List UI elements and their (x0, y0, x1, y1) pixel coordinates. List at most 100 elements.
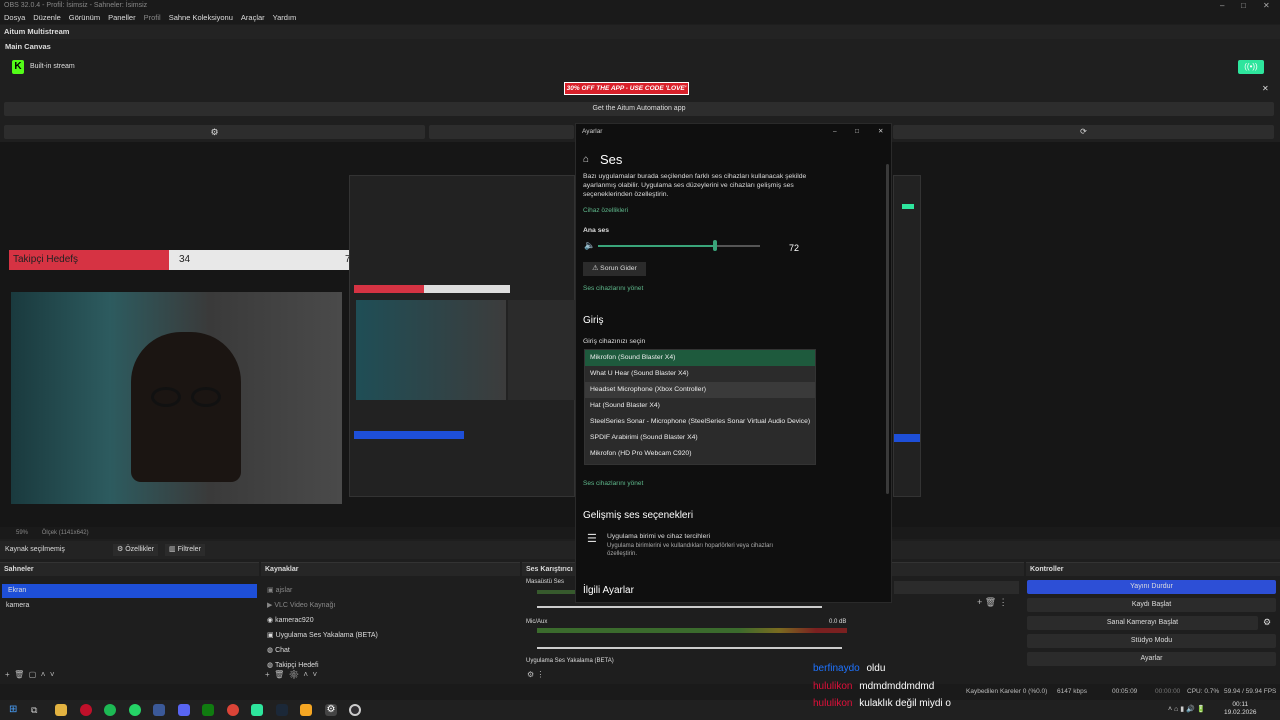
source-item[interactable]: ▣ ajslar (261, 584, 520, 598)
aitum-icon[interactable] (251, 704, 263, 716)
stream-toggle-button[interactable]: ((•)) (1238, 60, 1264, 74)
settings-titlebar: Ayarlar – □ ✕ (576, 124, 891, 140)
maximize-icon[interactable]: □ (1241, 0, 1246, 12)
settings-scrollbar[interactable] (886, 164, 889, 494)
source-label: Uygulama Ses Yakalama (BETA) (275, 632, 378, 639)
opera-icon[interactable] (80, 704, 92, 716)
settings-icon[interactable]: ⚙ (325, 704, 337, 716)
close-icon[interactable]: ✕ (878, 124, 883, 140)
input-option[interactable]: Headset Microphone (Xbox Controller) (585, 382, 815, 398)
clock[interactable]: 00:11 19.02.2026 (1224, 701, 1257, 717)
obs-icon[interactable] (349, 704, 361, 716)
manage-devices-link[interactable]: Ses cihazlarını yönet (583, 480, 643, 487)
choose-input-label: Giriş cihazınızı seçin (583, 338, 646, 345)
menu-tools[interactable]: Araçlar (241, 12, 265, 24)
steam-icon[interactable] (276, 704, 288, 716)
canvas-label: Main Canvas (5, 42, 51, 51)
no-source-label: Kaynak seçilmemiş (5, 546, 65, 553)
speaker-icon[interactable]: 🔈 (584, 240, 595, 251)
filters-button[interactable]: ▥ Filtreler (165, 544, 205, 556)
menu-view[interactable]: Görünüm (69, 12, 100, 24)
channel-name: Masaüstü Ses (526, 579, 565, 585)
scene-add-icon[interactable]: + 🗑 ▢ ˄ ˅ (5, 670, 55, 679)
window-title: OBS 32.0.4 - Profil: İsimsiz - Sahneler:… (4, 2, 148, 9)
toolbar-button[interactable] (429, 125, 574, 139)
windows-start-icon[interactable]: ⊞ (9, 704, 21, 716)
home-icon[interactable]: ⌂ (583, 154, 589, 165)
promo-banner[interactable]: 30% OFF THE APP - USE CODE 'LOVE' (564, 82, 689, 95)
menu-docks[interactable]: Paneller (108, 12, 136, 24)
close-icon[interactable]: ✕ (1262, 84, 1269, 93)
menu-file[interactable]: Dosya (4, 12, 25, 24)
input-option[interactable]: Mikrofon (HD Pro Webcam C920) (585, 446, 815, 462)
close-icon[interactable]: ✕ (1263, 0, 1270, 12)
troubleshoot-button[interactable]: ⚠ Sorun Gider (583, 262, 646, 276)
chat-user: berfinaydo (813, 663, 860, 674)
input-option[interactable]: What U Hear (Sound Blaster X4) (585, 366, 815, 382)
chat-user: hululikon (813, 681, 853, 692)
whatsapp-icon[interactable] (129, 704, 141, 716)
start-record-button[interactable]: Kaydı Başlat (1027, 598, 1276, 612)
spotify-icon[interactable] (104, 704, 116, 716)
scene-item[interactable]: Ekran (2, 584, 257, 598)
properties-button[interactable]: ⚙ Özellikler (113, 544, 159, 556)
volume-meter (537, 628, 847, 633)
app-prefs-title[interactable]: Uygulama birimi ve cihaz tercihleri (607, 532, 710, 541)
zoom-level[interactable]: 59% (16, 530, 28, 536)
chat-line: hululikon kulaklık değil miydi o (813, 697, 951, 710)
discord-icon[interactable] (178, 704, 190, 716)
sliders-icon: ☰ (587, 533, 597, 545)
chat-message: kulaklık değil miydi o (859, 698, 951, 709)
menu-edit[interactable]: Düzenle (33, 12, 61, 24)
manage-devices-link[interactable]: Ses cihazlarını yönet (583, 285, 643, 292)
virtual-cam-button[interactable]: Sanal Kamerayı Başlat (1027, 616, 1258, 630)
tray-icons[interactable]: ˄ ⌂ ▮ 🔊 🔋 (1168, 705, 1205, 713)
input-option[interactable]: Hat (Sound Blaster X4) (585, 398, 815, 414)
source-item[interactable]: ▶ VLC Video Kaynağı (261, 599, 520, 613)
source-label: kamerac920 (275, 617, 314, 624)
input-device-dropdown[interactable]: Mikrofon (Sound Blaster X4) What U Hear … (584, 349, 816, 465)
scene-item[interactable]: kamera (0, 599, 259, 613)
channel-name: Uygulama Ses Yakalama (BETA) (526, 658, 614, 664)
gear-icon[interactable]: ⚙ (4, 125, 425, 139)
volume-slider[interactable] (537, 606, 822, 608)
minimize-icon[interactable]: – (833, 124, 837, 140)
rec-time: 00:00:00 (1155, 688, 1181, 695)
menu-scene-collection[interactable]: Sahne Koleksiyonu (169, 12, 233, 24)
mixer-settings-icon[interactable]: ⚙ ⋮ (527, 670, 544, 679)
get-app-button[interactable]: Get the Aitum Automation app (4, 102, 1274, 116)
device-props-link[interactable]: Cihaz özellikleri (583, 207, 628, 214)
transition-add-icon[interactable]: + 🗑 ⋮ (977, 597, 1008, 608)
menu-help[interactable]: Yardım (273, 12, 297, 24)
gear-icon[interactable]: ⚙ (1263, 617, 1271, 628)
source-item[interactable]: ▣ Uygulama Ses Yakalama (BETA) (261, 629, 520, 643)
volume-slider-track[interactable] (598, 240, 760, 251)
chrome-icon[interactable] (227, 704, 239, 716)
app-icon[interactable] (300, 704, 312, 716)
settings-button[interactable]: Ayarlar (1027, 652, 1276, 666)
source-item[interactable]: ◍ Chat (261, 644, 520, 658)
input-option[interactable]: SPDIF Arabirimi (Sound Blaster X4) (585, 430, 815, 446)
volume-slider-thumb[interactable] (712, 240, 717, 251)
stop-stream-button[interactable]: Yayını Durdur (1027, 580, 1276, 594)
xbox-icon[interactable] (202, 704, 214, 716)
app-icon[interactable] (153, 704, 165, 716)
input-option[interactable]: Mikrofon (Sound Blaster X4) (585, 350, 815, 366)
channel-db: 0.0 dB (829, 619, 847, 625)
file-explorer-icon[interactable] (55, 704, 67, 716)
stream-time: 00:05:09 (1112, 688, 1138, 695)
scale-label[interactable]: Ölçek (1141x642) (42, 530, 89, 536)
task-view-icon[interactable]: ⧉ (31, 704, 43, 716)
source-item[interactable]: ◉ kamerac920 (261, 614, 520, 628)
refresh-icon[interactable]: ⟳ (893, 125, 1274, 139)
maximize-icon[interactable]: □ (855, 124, 859, 140)
volume-slider[interactable] (537, 647, 842, 649)
studio-mode-button[interactable]: Stüdyo Modu (1027, 634, 1276, 648)
input-option[interactable]: SteelSeries Sonar - Microphone (SteelSer… (585, 414, 815, 430)
sources-dock: Kaynaklar ▣ ajslar ▶ VLC Video Kaynağı ◉… (261, 562, 520, 682)
minimize-icon[interactable]: – (1220, 0, 1224, 12)
controls-title: Kontroller (1026, 563, 1280, 576)
transition-select[interactable] (894, 581, 1019, 594)
source-add-icon[interactable]: + 🗑 ⚙ ˄ ˅ (265, 670, 317, 679)
menu-profile[interactable]: Profil (144, 12, 161, 24)
